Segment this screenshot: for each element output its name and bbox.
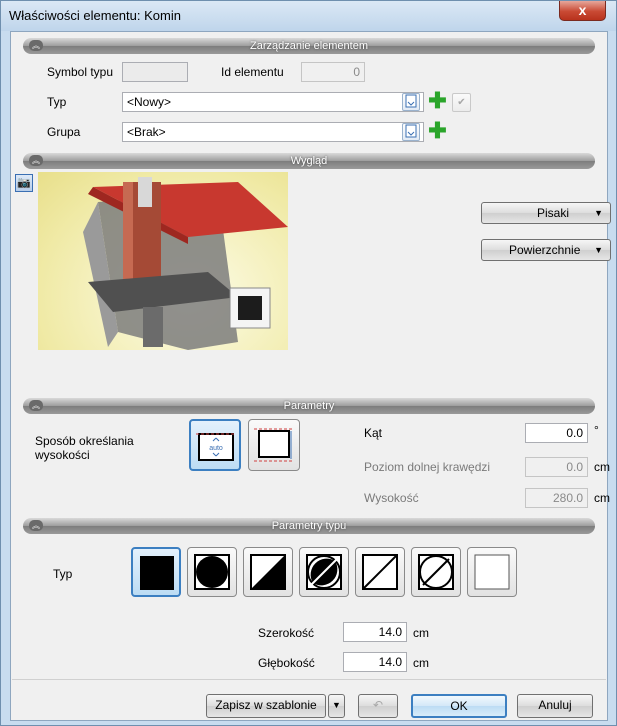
chimney-preview-icon — [83, 177, 288, 350]
surfaces-label: Powierzchnie — [509, 243, 581, 257]
half-filled-square-icon — [250, 554, 286, 590]
surfaces-dropdown[interactable]: Powierzchnie ▼ — [481, 239, 611, 261]
section-management-title: Zarządzanie elementem — [249, 40, 368, 52]
section-type-parameters-header[interactable]: ︽ Parametry typu — [23, 518, 595, 534]
auto-text: auto — [209, 445, 223, 452]
element-preview-image — [38, 172, 288, 350]
width-label: Szerokość — [258, 626, 315, 640]
chevron-down-icon: ▼ — [594, 208, 603, 218]
chevron-down-icon: ▼ — [594, 245, 603, 255]
window-title: Właściwości elementu: Komin — [9, 8, 181, 23]
angle-unit: ° — [594, 423, 599, 437]
section-parameters-header[interactable]: ︽ Parametry — [23, 398, 595, 414]
width-field[interactable]: 14.0 — [343, 622, 407, 642]
pens-label: Pisaki — [537, 206, 570, 220]
half-filled-circle-icon — [306, 554, 342, 590]
undo-button[interactable]: ↶ — [358, 694, 398, 718]
footer-divider — [12, 679, 606, 680]
depth-field[interactable]: 14.0 — [343, 652, 407, 672]
confirm-type-icon[interactable]: ✔ — [452, 93, 471, 112]
add-group-icon[interactable]: ✚ — [428, 120, 447, 142]
collapse-icon[interactable]: ︽ — [29, 155, 43, 166]
properties-window: Właściwości elementu: Komin x ︽ Zarządza… — [0, 0, 617, 726]
square-diagonal-icon — [362, 554, 398, 590]
camera-icon[interactable]: 📷 — [15, 174, 33, 192]
ok-label: OK — [450, 699, 468, 713]
symbol-type-label: Symbol typu — [47, 65, 114, 79]
height-mode-label-line1: Sposób określania — [35, 434, 134, 448]
cancel-button[interactable]: Anuluj — [517, 694, 593, 718]
depth-label: Głębokość — [258, 656, 315, 670]
document-pick-icon — [405, 124, 417, 138]
collapse-icon[interactable]: ︽ — [29, 40, 43, 51]
type-field[interactable]: <Nowy> — [122, 92, 424, 112]
group-pick-button[interactable] — [402, 123, 420, 141]
close-button[interactable]: x — [559, 1, 606, 21]
chevron-down-icon: ▼ — [332, 700, 341, 710]
shape-empty-button[interactable] — [467, 547, 517, 597]
angle-field[interactable]: 0.0 — [525, 423, 588, 443]
empty-square-icon — [474, 554, 510, 590]
shape-solid-square-button[interactable] — [131, 547, 181, 597]
document-pick-icon — [405, 94, 417, 108]
ok-button[interactable]: OK — [411, 694, 507, 718]
title-bar: Właściwości elementu: Komin x — [1, 1, 616, 31]
dialog-body: ︽ Zarządzanie elementem Symbol typu Id e… — [10, 31, 611, 721]
cancel-label: Anuluj — [538, 698, 572, 712]
section-parameters-title: Parametry — [283, 400, 335, 412]
shape-half-circle-button[interactable] — [299, 547, 349, 597]
group-field[interactable]: <Brak> — [122, 122, 424, 142]
height-label: Wysokość — [364, 491, 419, 505]
pens-dropdown[interactable]: Pisaki ▼ — [481, 202, 611, 224]
section-management-header[interactable]: ︽ Zarządzanie elementem — [23, 38, 595, 54]
bottom-level-field: 0.0 — [525, 457, 588, 477]
shape-circle-diagonal-button[interactable] — [411, 547, 461, 597]
width-unit: cm — [413, 626, 429, 640]
section-appearance-header[interactable]: ︽ Wygląd — [23, 153, 595, 169]
element-id-field: 0 — [301, 62, 365, 82]
angle-label: Kąt — [364, 426, 383, 440]
collapse-icon[interactable]: ︽ — [29, 400, 43, 411]
circle-diagonal-icon — [418, 554, 454, 590]
height-field: 280.0 — [525, 488, 588, 508]
height-mode-label-line2: wysokości — [35, 448, 90, 462]
depth-unit: cm — [413, 656, 429, 670]
square-with-circle-icon — [194, 554, 230, 590]
type-pick-button[interactable] — [402, 93, 420, 111]
height-mode-auto-button[interactable]: auto — [189, 419, 241, 471]
add-type-icon[interactable]: ✚ — [428, 90, 447, 112]
save-template-label: Zapisz w szablonie — [215, 698, 317, 712]
bottom-level-unit: cm — [594, 460, 610, 474]
manual-height-icon — [254, 428, 294, 462]
symbol-type-field[interactable] — [122, 62, 188, 82]
height-unit: cm — [594, 491, 610, 505]
shape-type-label: Typ — [53, 567, 73, 581]
auto-height-icon: auto — [196, 433, 236, 461]
shape-square-circle-button[interactable] — [187, 547, 237, 597]
undo-icon: ↶ — [372, 698, 384, 712]
section-type-parameters-title: Parametry typu — [271, 520, 347, 532]
section-appearance-title: Wygląd — [290, 155, 328, 167]
collapse-icon[interactable]: ︽ — [29, 520, 43, 531]
group-label: Grupa — [47, 125, 81, 139]
shape-half-filled-button[interactable] — [243, 547, 293, 597]
shape-diagonal-button[interactable] — [355, 547, 405, 597]
height-mode-manual-button[interactable] — [248, 419, 300, 471]
solid-square-icon — [140, 556, 174, 590]
save-template-button[interactable]: Zapisz w szablonie — [206, 694, 326, 718]
save-template-dropdown[interactable]: ▼ — [328, 694, 345, 718]
element-id-label: Id elementu — [221, 65, 284, 79]
type-label: Typ — [47, 95, 67, 109]
bottom-level-label: Poziom dolnej krawędzi — [364, 460, 491, 474]
